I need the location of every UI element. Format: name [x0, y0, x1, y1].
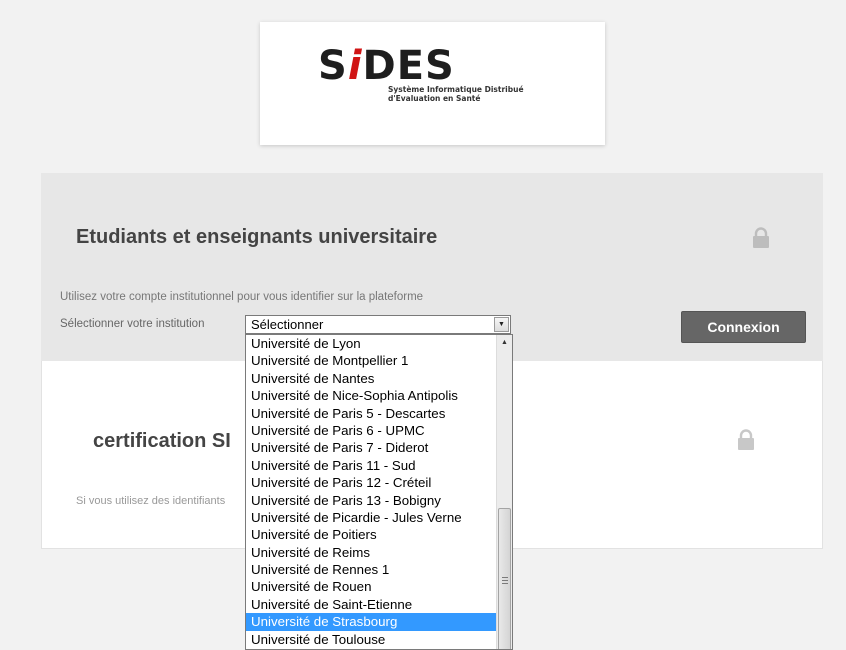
dropdown-option[interactable]: Université de Paris 6 - UPMC [246, 422, 496, 439]
dropdown-option[interactable]: Université de Nice-Sophia Antipolis [246, 387, 496, 404]
university-help-text: Utilisez votre compte institutionnel pou… [60, 291, 424, 303]
dropdown-option[interactable]: Université de Rennes 1 [246, 561, 496, 578]
dropdown-option[interactable]: Université de Paris 7 - Diderot [246, 439, 496, 456]
institution-select-label: Sélectionner votre institution [60, 318, 205, 330]
dropdown-option[interactable]: Université de Picardie - Jules Verne [246, 509, 496, 526]
lock-icon [738, 429, 754, 450]
dropdown-scrollbar[interactable]: ▲ [496, 335, 512, 649]
institution-select-value: Sélectionner [251, 317, 324, 332]
lock-icon [753, 227, 769, 248]
dropdown-options: Université de Lyon Université de Montpell… [246, 335, 496, 648]
institution-dropdown-list[interactable]: Université de Lyon Université de Montpell… [245, 334, 513, 650]
logo-subtitle: Système Informatique Distribué d'Evaluat… [388, 85, 524, 103]
certification-section-title: certification SI [93, 430, 231, 452]
university-section-title: Etudiants et enseignants universitaire [76, 226, 438, 248]
dropdown-option[interactable]: Université de Paris 5 - Descartes [246, 405, 496, 422]
scroll-thumb[interactable] [498, 508, 511, 649]
sides-logo: SiDES [318, 43, 455, 89]
dropdown-option[interactable]: Université de Lyon [246, 335, 496, 352]
connexion-button[interactable]: Connexion [681, 311, 806, 343]
chevron-down-icon[interactable]: ▼ [494, 317, 509, 332]
dropdown-option[interactable]: Université de Toulouse [246, 631, 496, 648]
dropdown-option[interactable]: Université de Paris 12 - Créteil [246, 474, 496, 491]
scroll-up-arrow-icon[interactable]: ▲ [497, 335, 512, 350]
dropdown-option[interactable]: Université de Saint-Etienne [246, 596, 496, 613]
dropdown-option[interactable]: Université de Paris 13 - Bobigny [246, 492, 496, 509]
dropdown-option[interactable]: Université de Rouen [246, 578, 496, 595]
dropdown-option[interactable]: Université de Paris 11 - Sud [246, 457, 496, 474]
dropdown-option[interactable]: Université de Nantes [246, 370, 496, 387]
dropdown-option[interactable]: Université de Poitiers [246, 526, 496, 543]
certification-help-text: Si vous utilisez des identifiants [76, 495, 226, 507]
institution-select[interactable]: Sélectionner ▼ [245, 315, 511, 334]
dropdown-option[interactable]: Université de Reims [246, 544, 496, 561]
dropdown-option[interactable]: Université de Strasbourg [246, 613, 496, 631]
dropdown-option[interactable]: Université de Montpellier 1 [246, 352, 496, 369]
logo-card: SiDES Système Informatique Distribué d'E… [260, 22, 605, 145]
grip-icon [502, 577, 508, 584]
